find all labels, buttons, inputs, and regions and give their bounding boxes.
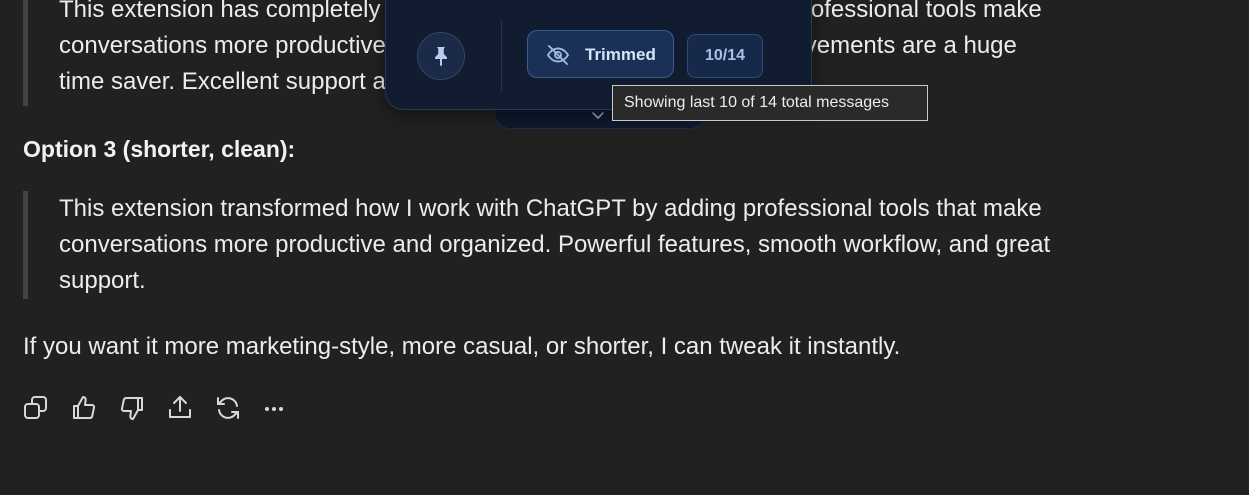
share-icon [169,396,191,418]
thumbs-up-icon [73,396,96,419]
copy-icon [24,396,47,419]
chevron-down-icon [592,112,604,119]
option3-heading: Option 3 (shorter, clean): [23,136,296,162]
panel-divider [501,20,502,92]
message-count-badge[interactable]: 10/14 [687,34,763,78]
more-actions-button[interactable] [262,392,310,424]
count-tooltip: Showing last 10 of 14 total messages [612,85,928,121]
copy-button[interactable] [22,392,70,424]
quote-line: support. [59,267,146,294]
trimmed-label: Trimmed [585,45,656,64]
bad-response-button[interactable] [118,392,166,424]
share-button[interactable] [166,392,214,424]
closing-message: If you want it more marketing-style, mor… [23,333,901,360]
trimmed-toggle-button[interactable]: Trimmed [527,30,674,78]
quote-line: conversations more productive and organi… [59,231,1051,258]
pin-button[interactable] [417,32,465,80]
regenerate-icon [217,397,239,419]
thumbs-down-icon [120,397,143,420]
message-actions [22,392,310,424]
regenerate-button[interactable] [214,392,262,424]
quote-line: This extension transformed how I work wi… [59,195,1042,222]
more-icon [265,407,283,411]
eye-off-icon [547,45,569,65]
option3-quote: This extension transformed how I work wi… [23,191,1139,299]
good-response-button[interactable] [70,392,118,424]
pin-icon [435,47,447,67]
